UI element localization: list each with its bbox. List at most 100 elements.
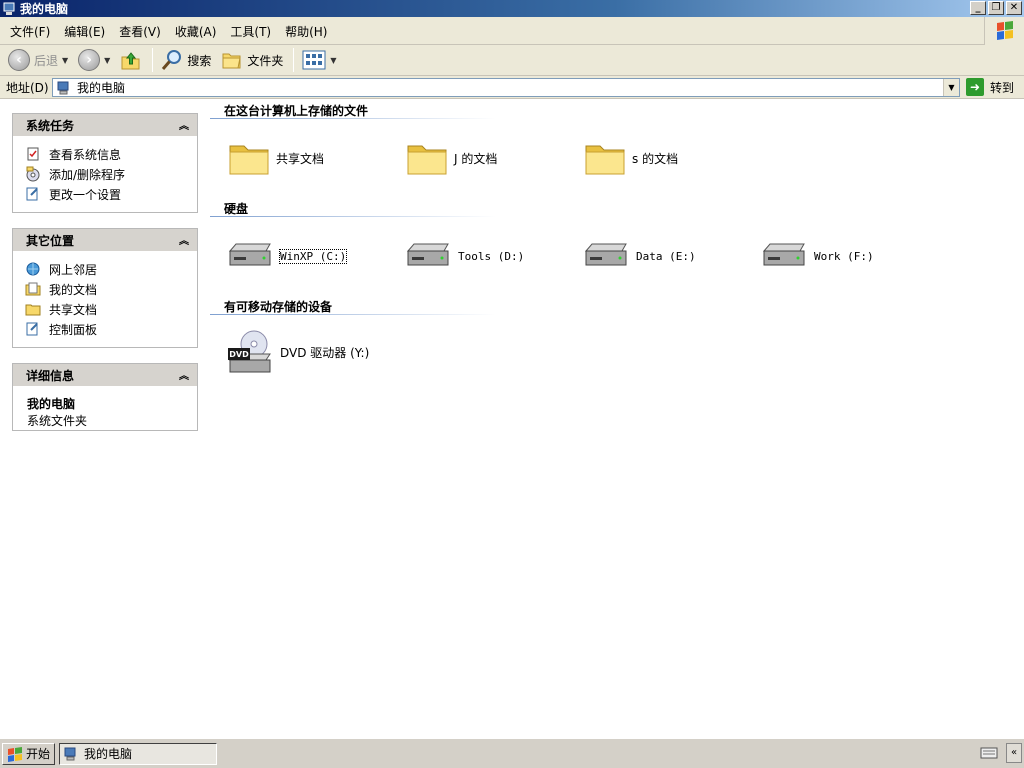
drive-label: Data (E:) <box>636 249 696 263</box>
address-bar: 地址(D) 我的电脑 ▼ ➜ 转到 <box>0 76 1024 99</box>
back-dropdown-icon[interactable]: ▼ <box>62 56 68 65</box>
back-label: 后退 <box>34 53 59 68</box>
task-add-remove-label: 添加/删除程序 <box>49 167 126 182</box>
drive-dvd-y[interactable]: DVD DVD 驱动器 (Y:) <box>226 330 369 374</box>
hard-drive-icon <box>406 243 449 266</box>
drive-c[interactable]: WinXP (C:) <box>226 234 348 278</box>
address-label: 地址(D) <box>6 80 49 95</box>
place-network-label: 网上邻居 <box>49 262 98 277</box>
folder-label: 共享文档 <box>276 151 325 166</box>
section-hard-disks-title: 硬盘 <box>224 202 249 216</box>
menu-tools[interactable]: 工具(T) <box>224 23 277 40</box>
other-places-header[interactable]: 其它位置 ︽ <box>13 229 197 251</box>
address-value: 我的电脑 <box>77 81 126 95</box>
system-tasks-panel: 系统任务 ︽ 查看系统信息 添加/删除程序 更改一个设置 <box>12 113 198 213</box>
add-remove-icon <box>25 166 41 182</box>
toolbar: ‹ 后退 ▼ › ▼ 搜索 文件夹 ▼ <box>0 45 1024 76</box>
folder-j-documents[interactable]: J 的文档 <box>406 136 497 180</box>
back-button[interactable]: ‹ 后退 ▼ <box>4 46 72 74</box>
taskbar-item-my-computer[interactable]: 我的电脑 <box>59 742 218 765</box>
drive-label: DVD 驱动器 (Y:) <box>280 345 370 360</box>
forward-dropdown-icon[interactable]: ▼ <box>104 56 110 65</box>
folders-button[interactable]: 文件夹 <box>217 46 287 74</box>
folder-up-icon <box>121 52 140 70</box>
task-view-system-info[interactable]: 查看系统信息 <box>25 144 197 164</box>
taskbar: 开始 我的电脑 « <box>0 738 1024 768</box>
hard-drive-icon <box>584 243 627 266</box>
place-shared-documents-label: 共享文档 <box>49 302 98 317</box>
folder-s-documents[interactable]: s 的文档 <box>584 136 678 180</box>
views-dropdown-icon[interactable]: ▼ <box>330 56 336 65</box>
title-bar: 我的电脑 _ ❐ ✕ <box>0 0 1024 17</box>
start-button[interactable]: 开始 <box>2 742 56 765</box>
keyboard-icon[interactable] <box>980 746 998 760</box>
place-my-documents[interactable]: 我的文档 <box>25 279 197 299</box>
details-header[interactable]: 详细信息 ︽ <box>13 364 197 386</box>
collapse-chevron-icon[interactable]: ︽ <box>179 117 189 132</box>
folder-icon <box>585 145 625 175</box>
windows-flag-icon <box>8 746 22 762</box>
my-computer-icon <box>57 81 69 94</box>
my-computer-icon <box>64 747 76 760</box>
menu-file[interactable]: 文件(F) <box>4 23 56 40</box>
go-arrow-icon: ➜ <box>966 78 984 96</box>
forward-button[interactable]: › ▼ <box>74 46 114 74</box>
folder-icon <box>25 301 41 317</box>
restore-button[interactable]: ❐ <box>988 1 1004 15</box>
address-dropdown-button[interactable]: ▼ <box>943 79 959 96</box>
collapse-chevron-icon[interactable]: ︽ <box>179 367 189 382</box>
my-computer-icon <box>3 2 15 15</box>
system-tray: « <box>980 743 1022 763</box>
section-divider <box>210 216 496 217</box>
task-view-system-info-label: 查看系统信息 <box>49 147 122 162</box>
drive-label: WinXP (C:) <box>278 248 348 264</box>
details-item-desc: 系统文件夹 <box>27 414 88 428</box>
windows-flag-icon <box>997 21 1013 40</box>
menu-favorites[interactable]: 收藏(A) <box>169 23 223 40</box>
section-divider <box>210 314 496 315</box>
folder-icon <box>229 145 269 175</box>
views-icon <box>302 50 326 70</box>
go-button[interactable]: ➜ 转到 <box>966 78 1014 96</box>
place-control-panel[interactable]: 控制面板 <box>25 319 197 339</box>
task-change-setting[interactable]: 更改一个设置 <box>25 184 197 204</box>
other-places-panel: 其它位置 ︽ 网上邻居 我的文档 共享文档 控制面板 <box>12 228 198 348</box>
views-button[interactable]: ▼ <box>298 46 340 74</box>
content-area: 系统任务 ︽ 查看系统信息 添加/删除程序 更改一个设置 其它位置 ︽ 网上邻居… <box>0 100 1024 738</box>
system-tasks-title: 系统任务 <box>26 118 75 133</box>
windows-logo <box>984 17 1024 45</box>
toolbar-separator <box>152 48 154 72</box>
place-shared-documents[interactable]: 共享文档 <box>25 299 197 319</box>
folder-icon <box>407 145 447 175</box>
taskbar-item-label: 我的电脑 <box>84 747 133 761</box>
tray-expand-chevron-icon[interactable]: « <box>1006 743 1022 763</box>
menu-edit[interactable]: 编辑(E) <box>58 23 111 40</box>
section-removable-title: 有可移动存储的设备 <box>224 300 333 314</box>
my-documents-icon <box>25 281 41 297</box>
forward-arrow-icon: › <box>78 49 101 71</box>
other-places-title: 其它位置 <box>26 233 75 248</box>
control-panel-icon <box>25 186 41 202</box>
task-change-setting-label: 更改一个设置 <box>49 187 122 202</box>
drive-e[interactable]: Data (E:) <box>582 234 696 278</box>
up-button[interactable] <box>116 46 146 74</box>
system-tasks-header[interactable]: 系统任务 ︽ <box>13 114 197 136</box>
address-input[interactable]: 我的电脑 ▼ <box>52 78 960 97</box>
search-label: 搜索 <box>187 53 212 68</box>
collapse-chevron-icon[interactable]: ︽ <box>179 232 189 247</box>
place-network[interactable]: 网上邻居 <box>25 259 197 279</box>
details-title: 详细信息 <box>26 368 75 383</box>
section-stored-files-title: 在这台计算机上存储的文件 <box>224 104 369 118</box>
start-label: 开始 <box>26 747 51 761</box>
close-button[interactable]: ✕ <box>1006 1 1022 15</box>
menu-view[interactable]: 查看(V) <box>113 23 167 40</box>
minimize-button[interactable]: _ <box>970 1 986 15</box>
control-panel-icon <box>25 321 41 337</box>
menu-help[interactable]: 帮助(H) <box>279 23 333 40</box>
drive-d[interactable]: Tools (D:) <box>404 234 524 278</box>
task-add-remove-programs[interactable]: 添加/删除程序 <box>25 164 197 184</box>
drive-f[interactable]: Work (F:) <box>760 234 874 278</box>
window-title: 我的电脑 <box>20 2 69 16</box>
folder-shared-documents[interactable]: 共享文档 <box>228 136 324 180</box>
search-button[interactable]: 搜索 <box>157 46 215 74</box>
